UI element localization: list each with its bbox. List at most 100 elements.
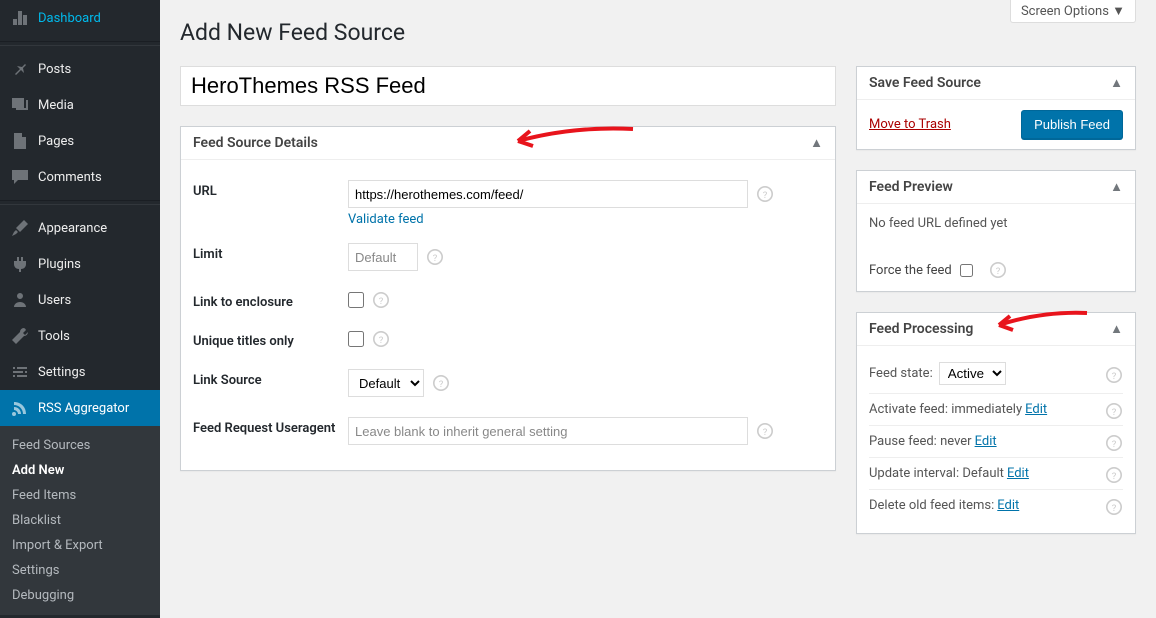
feed-state-select[interactable]: Active bbox=[939, 362, 1006, 385]
screen-options-button[interactable]: Screen Options ▼ bbox=[1010, 0, 1136, 23]
link-source-label: Link Source bbox=[193, 369, 348, 388]
submenu-import-export[interactable]: Import & Export bbox=[0, 533, 160, 558]
menu-label: Tools bbox=[38, 329, 70, 344]
delete-items-edit-link[interactable]: Edit bbox=[997, 498, 1019, 513]
force-feed-label: Force the feed bbox=[869, 263, 952, 278]
svg-text:?: ? bbox=[763, 427, 768, 438]
help-icon[interactable]: ? bbox=[1105, 466, 1123, 484]
force-feed-checkbox[interactable] bbox=[960, 264, 973, 277]
menu-posts[interactable]: Posts bbox=[0, 51, 160, 87]
help-icon[interactable]: ? bbox=[1105, 402, 1123, 420]
box-heading-row[interactable]: Feed Preview ▲ bbox=[857, 171, 1135, 204]
collapse-toggle-icon[interactable]: ▲ bbox=[810, 135, 823, 151]
menu-users[interactable]: Users bbox=[0, 282, 160, 318]
svg-text:?: ? bbox=[379, 335, 384, 346]
feed-title-input[interactable] bbox=[180, 66, 836, 106]
menu-appearance[interactable]: Appearance bbox=[0, 210, 160, 246]
box-heading-row[interactable]: Feed Source Details ▲ bbox=[181, 127, 835, 160]
menu-label: Dashboard bbox=[38, 11, 101, 26]
enclosure-checkbox[interactable] bbox=[348, 292, 364, 308]
menu-label: Users bbox=[38, 293, 71, 308]
submenu-settings[interactable]: Settings bbox=[0, 558, 160, 583]
publish-feed-button[interactable]: Publish Feed bbox=[1021, 110, 1123, 139]
url-input[interactable] bbox=[348, 180, 748, 208]
svg-text:?: ? bbox=[433, 253, 438, 264]
box-heading: Feed Processing bbox=[869, 321, 973, 337]
plug-icon bbox=[10, 254, 30, 274]
delete-items-label: Delete old feed items: bbox=[869, 498, 994, 513]
help-icon[interactable]: ? bbox=[426, 248, 444, 266]
collapse-toggle-icon[interactable]: ▲ bbox=[1110, 179, 1123, 195]
menu-label: Plugins bbox=[38, 257, 81, 272]
menu-comments[interactable]: Comments bbox=[0, 159, 160, 195]
svg-text:?: ? bbox=[763, 190, 768, 201]
submenu-feed-sources[interactable]: Feed Sources bbox=[0, 433, 160, 458]
useragent-input[interactable] bbox=[348, 417, 748, 445]
svg-text:?: ? bbox=[1112, 439, 1117, 450]
svg-text:?: ? bbox=[995, 266, 1000, 277]
menu-label: Posts bbox=[38, 62, 71, 77]
brush-icon bbox=[10, 218, 30, 238]
svg-text:?: ? bbox=[439, 379, 444, 390]
save-feed-box: Save Feed Source ▲ Move to Trash Publish… bbox=[856, 66, 1136, 150]
svg-text:?: ? bbox=[1112, 371, 1117, 382]
svg-text:?: ? bbox=[379, 296, 384, 307]
menu-label: Comments bbox=[38, 170, 102, 185]
help-icon[interactable]: ? bbox=[1105, 366, 1123, 384]
pin-icon bbox=[10, 59, 30, 79]
enclosure-label: Link to enclosure bbox=[193, 291, 348, 310]
submenu-blacklist[interactable]: Blacklist bbox=[0, 508, 160, 533]
submenu-add-new[interactable]: Add New bbox=[0, 458, 160, 483]
unique-titles-checkbox[interactable] bbox=[348, 331, 364, 347]
help-icon[interactable]: ? bbox=[1105, 434, 1123, 452]
menu-pages[interactable]: Pages bbox=[0, 123, 160, 159]
submenu-rss: Feed Sources Add New Feed Items Blacklis… bbox=[0, 426, 160, 615]
feed-processing-box: Feed Processing ▲ Feed state: Active ? A… bbox=[856, 312, 1136, 534]
help-icon[interactable]: ? bbox=[372, 330, 390, 348]
activate-label: Activate feed: bbox=[869, 402, 948, 417]
menu-settings[interactable]: Settings bbox=[0, 354, 160, 390]
limit-input[interactable] bbox=[348, 243, 418, 271]
interval-label: Update interval: bbox=[869, 466, 959, 481]
box-heading-row[interactable]: Save Feed Source ▲ bbox=[857, 67, 1135, 100]
box-heading-row[interactable]: Feed Processing ▲ bbox=[857, 313, 1135, 346]
move-to-trash-link[interactable]: Move to Trash bbox=[869, 117, 951, 132]
activate-value: immediately bbox=[951, 402, 1022, 417]
menu-dashboard[interactable]: Dashboard bbox=[0, 0, 160, 36]
menu-label: Media bbox=[38, 98, 74, 113]
collapse-toggle-icon[interactable]: ▲ bbox=[1110, 75, 1123, 91]
link-source-select[interactable]: Default bbox=[348, 369, 424, 397]
feed-state-label: Feed state: bbox=[869, 366, 933, 381]
menu-tools[interactable]: Tools bbox=[0, 318, 160, 354]
svg-text:?: ? bbox=[1112, 407, 1117, 418]
menu-rss-aggregator[interactable]: RSS Aggregator bbox=[0, 390, 160, 426]
help-icon[interactable]: ? bbox=[432, 374, 450, 392]
useragent-label: Feed Request Useragent bbox=[193, 417, 348, 436]
box-heading: Feed Preview bbox=[869, 179, 953, 195]
collapse-toggle-icon[interactable]: ▲ bbox=[1110, 321, 1123, 337]
menu-media[interactable]: Media bbox=[0, 87, 160, 123]
help-icon[interactable]: ? bbox=[756, 422, 774, 440]
interval-edit-link[interactable]: Edit bbox=[1007, 466, 1029, 481]
limit-label: Limit bbox=[193, 243, 348, 262]
wrench-icon bbox=[10, 326, 30, 346]
help-icon[interactable]: ? bbox=[372, 291, 390, 309]
help-icon[interactable]: ? bbox=[989, 261, 1007, 279]
menu-plugins[interactable]: Plugins bbox=[0, 246, 160, 282]
help-icon[interactable]: ? bbox=[1105, 498, 1123, 516]
preview-text: No feed URL defined yet bbox=[869, 216, 1123, 231]
rss-icon bbox=[10, 398, 30, 418]
menu-label: Pages bbox=[38, 134, 74, 149]
media-icon bbox=[10, 95, 30, 115]
menu-label: RSS Aggregator bbox=[38, 401, 129, 416]
feed-preview-box: Feed Preview ▲ No feed URL defined yet F… bbox=[856, 170, 1136, 292]
submenu-debugging[interactable]: Debugging bbox=[0, 583, 160, 608]
unique-titles-label: Unique titles only bbox=[193, 330, 348, 349]
comment-icon bbox=[10, 167, 30, 187]
menu-label: Settings bbox=[38, 365, 85, 380]
activate-edit-link[interactable]: Edit bbox=[1025, 402, 1047, 417]
pause-edit-link[interactable]: Edit bbox=[975, 434, 997, 449]
validate-feed-link[interactable]: Validate feed bbox=[348, 212, 823, 227]
submenu-feed-items[interactable]: Feed Items bbox=[0, 483, 160, 508]
help-icon[interactable]: ? bbox=[756, 185, 774, 203]
